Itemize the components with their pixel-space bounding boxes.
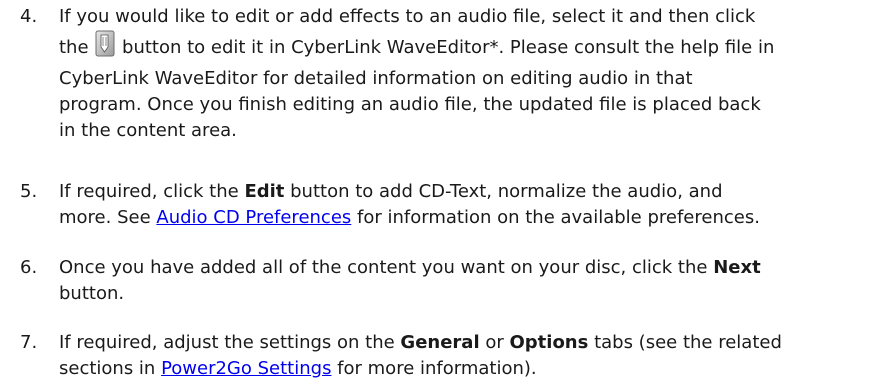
step-text-fragment: for more information). (331, 358, 537, 379)
step-text-fragment: Once you have added all of the content y… (59, 257, 714, 278)
step-number: 5. (20, 181, 38, 202)
step-text-fragment: the (59, 37, 89, 58)
step-line: program. Once you finish editing an audi… (59, 94, 761, 115)
step-text-fragment: If required, adjust the settings on the (59, 332, 401, 353)
step-text-fragment: sections in (59, 358, 162, 379)
step-text-fragment: button to edit it in CyberLink WaveEdito… (122, 37, 775, 58)
step-number: 4. (20, 6, 38, 27)
edit-audio-icon[interactable] (95, 30, 115, 57)
audio-cd-preferences-link[interactable]: Audio CD Preferences (156, 207, 351, 228)
step-text: If required, click the Edit button to ad… (59, 179, 871, 231)
step-text: If required, adjust the settings on the … (59, 330, 871, 382)
step-line: the button to edit it in CyberLink WaveE (59, 30, 871, 66)
step-line: button. (59, 283, 125, 304)
step-number: 6. (20, 257, 38, 278)
step-line: Once you have added all of the content y… (59, 255, 871, 281)
next-button-label: Next (713, 257, 761, 278)
step-number: 7. (20, 332, 38, 353)
step-text-fragment: for information on the available prefere… (351, 207, 760, 228)
step-text-fragment: If required, click the (59, 181, 245, 202)
step-line: sections in Power2Go Settings for more i… (59, 356, 871, 382)
step-text-fragment: or (479, 332, 510, 353)
step-text: Once you have added all of the content y… (59, 255, 871, 307)
step-text-fragment: more. See (59, 207, 157, 228)
step-text-fragment: button to add CD-Text, normalize the aud… (284, 181, 723, 202)
options-tab-label: Options (509, 332, 589, 353)
step-text: If you would like to edit or add effects… (59, 4, 871, 144)
general-tab-label: General (400, 332, 480, 353)
step-line: If you would like to edit or add effects… (59, 6, 756, 27)
edit-button-label: Edit (244, 181, 285, 202)
step-line: in the content area. (59, 120, 237, 141)
step-line: CyberLink WaveEditor for detailed inform… (59, 68, 693, 89)
step-line: If required, adjust the settings on the … (59, 330, 871, 356)
power2go-settings-link[interactable]: Power2Go Settings (161, 358, 331, 379)
step-line: more. See Audio CD Preferences for infor… (59, 205, 871, 231)
step-text-fragment: tabs (see the related (588, 332, 782, 353)
step-line: If required, click the Edit button to ad… (59, 179, 871, 205)
